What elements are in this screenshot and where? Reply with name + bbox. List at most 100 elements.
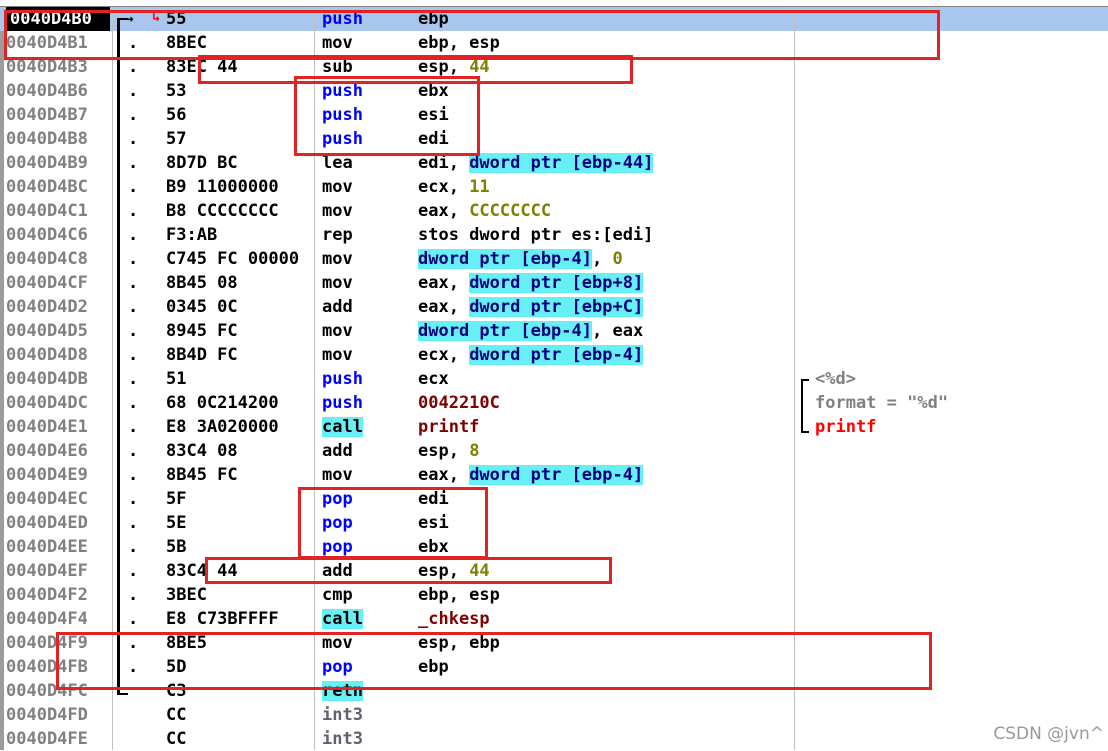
annotation-box-push-regs [294, 76, 480, 156]
flow-marker [128, 727, 148, 751]
table-row[interactable]: 0040D4FD CC int3 [0, 703, 1108, 727]
comment-cell: printf [815, 417, 877, 437]
mnemonic-cell: mov [322, 249, 353, 269]
address-cell: 0040D4CF [6, 273, 88, 293]
address-cell: 0040D4C1 [6, 201, 88, 221]
address-cell: 0040D4C6 [6, 225, 88, 245]
table-row[interactable]: 0040D4B8. 57 push edi [0, 127, 1108, 151]
hex-dump-cell: F3:AB [166, 225, 218, 245]
hex-dump-cell: 68 0C214200 [166, 393, 279, 413]
mnemonic-cell: mov [322, 177, 353, 197]
mnemonic-cell: mov [322, 273, 353, 293]
table-row[interactable]: 0040D4D5. 8945 FC mov dword ptr [ebp-4], ea… [0, 319, 1108, 343]
hex-dump-cell: CC [166, 729, 187, 749]
address-cell: 0040D4DB [6, 369, 88, 389]
table-row[interactable]: 0040D4EE. 5B pop ebx [0, 535, 1108, 559]
operands-cell [418, 703, 788, 727]
address-cell: 0040D4F2 [6, 585, 88, 605]
mnemonic-cell: mov [322, 465, 353, 485]
hex-dump-cell: 8B4D FC [166, 345, 238, 365]
flow-marker: . [128, 201, 139, 221]
address-cell: 0040D4D5 [6, 321, 88, 341]
hex-dump-cell: 5B [166, 537, 187, 557]
table-row[interactable]: 0040D4FE CC int3 [0, 727, 1108, 751]
hex-dump-cell: C745 FC 00000 [166, 249, 300, 269]
flow-marker: . [128, 609, 139, 629]
table-row[interactable]: 0040D4E6. 83C4 08 add esp, 8 [0, 439, 1108, 463]
address-cell: 0040D4DC [6, 393, 88, 413]
operands-cell [418, 727, 788, 751]
table-row[interactable]: 0040D4B7. 56 push esi [0, 103, 1108, 127]
comment-cell: format = "%d" [815, 393, 949, 413]
operands-cell: _chkesp [418, 609, 490, 629]
table-row[interactable]: 0040D4C6. F3:AB rep stos dword ptr es:[edi] [0, 223, 1108, 247]
address-cell: 0040D4E9 [6, 465, 88, 485]
flow-marker: . [128, 225, 139, 245]
mnemonic-cell: push [322, 369, 363, 389]
operands-cell: printf [418, 417, 480, 437]
table-row[interactable]: 0040D4E1. E8 3A020000 call printf printf [0, 415, 1108, 439]
mnemonic-cell: call [322, 417, 363, 437]
operands-cell: dword ptr [ebp-4], 0 [418, 249, 623, 269]
flow-marker: . [128, 153, 139, 173]
table-row[interactable]: 0040D4DB. 51 push ecx <%d> [0, 367, 1108, 391]
operands-cell: esp, 8 [418, 441, 480, 461]
address-cell: 0040D4B6 [6, 81, 88, 101]
table-row[interactable]: 0040D4C1. B8 CCCCCCCC mov eax, CCCCCCCC [0, 199, 1108, 223]
table-row[interactable]: 0040D4F4. E8 C73BFFFF call _chkesp [0, 607, 1108, 631]
hex-dump-cell: 51 [166, 369, 187, 389]
address-cell: 0040D4B7 [6, 105, 88, 125]
annotation-box-add-esp [205, 557, 612, 584]
annotation-box-prologue [4, 10, 940, 60]
watermark: CSDN @jvn^ [993, 724, 1104, 744]
table-row[interactable]: 0040D4B9. 8D7D BC lea edi, dword ptr [ebp-4… [0, 151, 1108, 175]
table-row[interactable]: 0040D4F2. 3BEC cmp ebp, esp [0, 583, 1108, 607]
address-cell: 0040D4EE [6, 537, 88, 557]
address-cell: 0040D4D2 [6, 297, 88, 317]
operands-cell: dword ptr [ebp-4], eax [418, 321, 644, 341]
annotation-box-epilogue [56, 632, 932, 690]
annotation-box-pop-regs [298, 487, 488, 559]
hex-dump-cell: 0345 0C [166, 297, 238, 317]
hex-dump-cell: 57 [166, 129, 187, 149]
flow-marker: . [128, 393, 139, 413]
table-row[interactable]: 0040D4DC. 68 0C214200 push 0042210C format =… [0, 391, 1108, 415]
flow-marker: . [128, 297, 139, 317]
mnemonic-cell: add [322, 297, 353, 317]
table-row[interactable]: 0040D4CF. 8B45 08 mov eax, dword ptr [ebp+8… [0, 271, 1108, 295]
table-row[interactable]: 0040D4C8. C745 FC 00000 mov dword ptr [ebp-… [0, 247, 1108, 271]
mnemonic-cell: int3 [322, 729, 363, 749]
operands-cell: eax, CCCCCCCC [418, 201, 552, 221]
flow-marker: . [128, 177, 139, 197]
address-cell: 0040D4EC [6, 489, 88, 509]
mnemonic-cell: mov [322, 345, 353, 365]
mnemonic-cell: cmp [322, 585, 353, 605]
address-cell: 0040D4E6 [6, 441, 88, 461]
table-row[interactable]: 0040D4EC. 5F pop edi [0, 487, 1108, 511]
mnemonic-cell: int3 [322, 705, 363, 725]
table-row[interactable]: 0040D4D2. 0345 0C add eax, dword ptr [ebp+C… [0, 295, 1108, 319]
hex-dump-cell: E8 3A020000 [166, 417, 279, 437]
hex-dump-cell: E8 C73BFFFF [166, 609, 279, 629]
table-row[interactable]: 0040D4ED. 5E pop esi [0, 511, 1108, 535]
operands-cell: eax, dword ptr [ebp+8] [418, 273, 644, 293]
hex-dump-cell: CC [166, 705, 187, 725]
address-cell: 0040D4FD [6, 705, 88, 725]
address-cell: 0040D4E1 [6, 417, 88, 437]
operands-cell: eax, dword ptr [ebp-4] [418, 465, 644, 485]
call-args-bracket [801, 379, 809, 433]
table-row[interactable]: 0040D4BC. B9 11000000 mov ecx, 11 [0, 175, 1108, 199]
mnemonic-cell: mov [322, 201, 353, 221]
table-row[interactable]: 0040D4E9. 8B45 FC mov eax, dword ptr [ebp-4… [0, 463, 1108, 487]
operands-cell: 0042210C [418, 393, 500, 413]
flow-marker: . [128, 465, 139, 485]
mnemonic-cell: call [322, 609, 363, 629]
hex-dump-cell: 5F [166, 489, 187, 509]
flow-marker: . [128, 441, 139, 461]
hex-dump-cell: 8B45 08 [166, 273, 238, 293]
mnemonic-cell: mov [322, 321, 353, 341]
table-row[interactable]: 0040D4D8. 8B4D FC mov ecx, dword ptr [ebp-4… [0, 343, 1108, 367]
flow-marker [128, 703, 148, 727]
address-cell: 0040D4EF [6, 561, 88, 581]
hex-dump-cell: 83C4 08 [166, 441, 238, 461]
